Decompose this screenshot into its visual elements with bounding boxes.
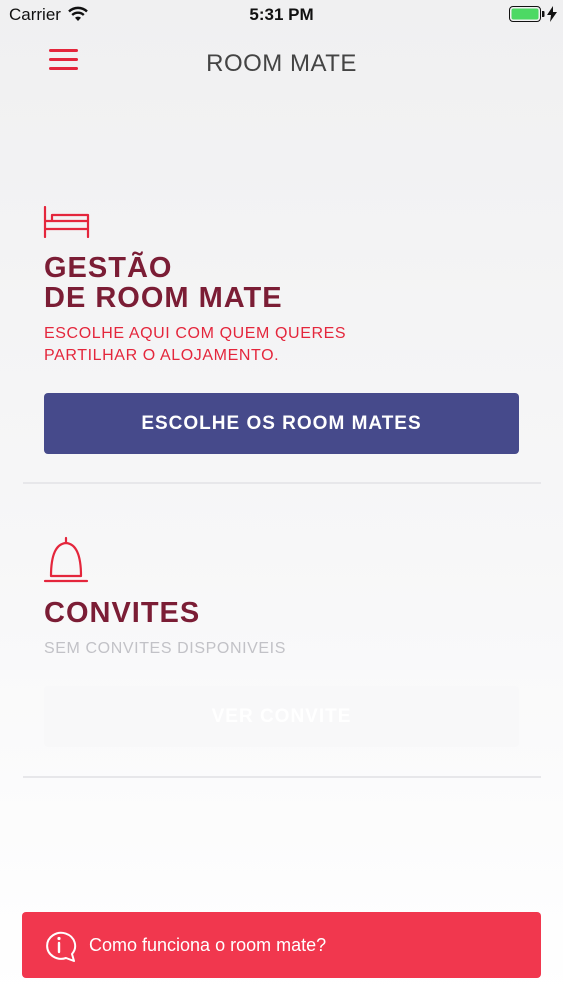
section-divider <box>23 482 541 484</box>
bed-icon <box>43 205 91 243</box>
page-title: ROOM MATE <box>206 50 357 77</box>
how-it-works-label: Como funciona o room mate? <box>89 935 327 955</box>
info-bubble-icon <box>43 930 77 967</box>
view-invite-button[interactable]: VER CONVITE <box>44 686 519 747</box>
management-title-line1: GESTÃO <box>44 252 173 284</box>
section-divider <box>23 776 541 778</box>
invites-title: CONVITES <box>44 597 201 629</box>
battery-icon <box>509 6 545 27</box>
clock: 5:31 PM <box>249 5 314 24</box>
status-bar: Carrier 5:31 PM <box>0 0 563 30</box>
bell-icon <box>43 536 89 589</box>
management-title-line2: DE ROOM MATE <box>44 282 283 314</box>
management-subtitle-line1: ESCOLHE AQUI COM QUEM QUERES <box>44 325 347 342</box>
management-subtitle-line2: PARTILHAR O ALOJAMENTO. <box>44 347 280 364</box>
invites-subtitle: SEM CONVITES DISPONIVEIS <box>44 640 287 657</box>
charging-bolt-icon <box>547 6 557 27</box>
choose-room-mates-button[interactable]: ESCOLHE OS ROOM MATES <box>44 393 519 454</box>
how-it-works-banner[interactable]: Como funciona o room mate? <box>22 912 541 978</box>
